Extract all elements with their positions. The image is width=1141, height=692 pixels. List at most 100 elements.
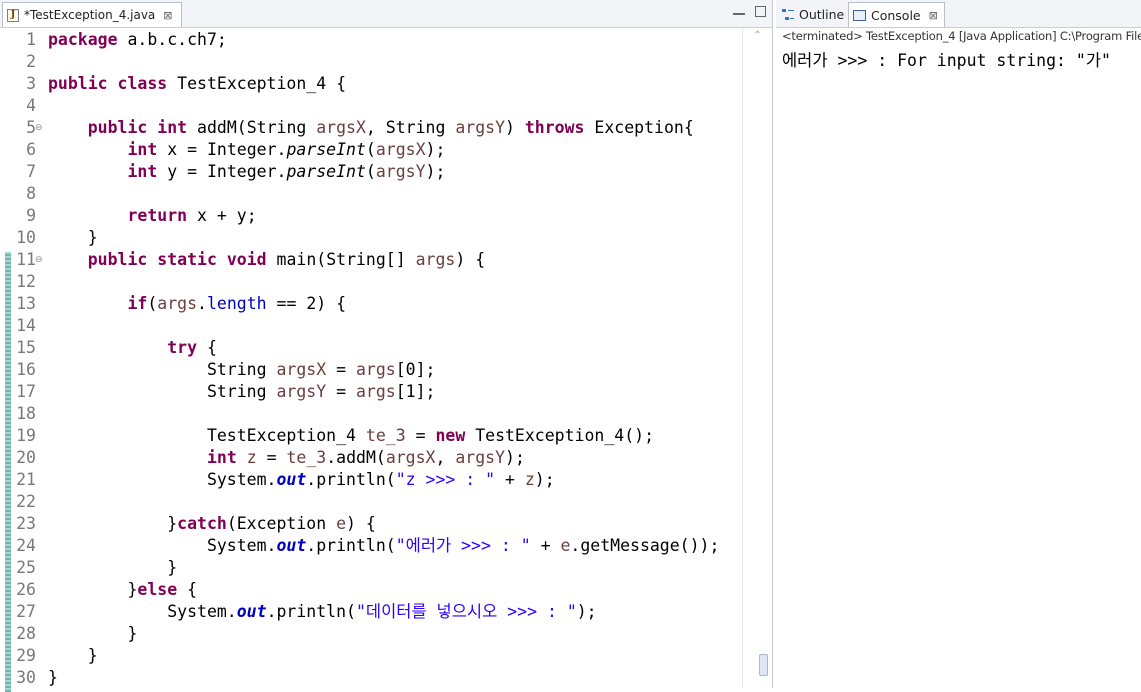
code-token: args [415, 250, 456, 269]
code-text: try { [48, 337, 217, 359]
code-line[interactable]: 16 String argsX = args[0]; [0, 359, 742, 381]
code-line[interactable]: 3 public class TestException_4 { [0, 73, 742, 95]
code-token: [0]; [395, 360, 436, 379]
code-text: System.out.println("에러가 >>> : " + e.getM… [48, 535, 719, 557]
code-token: ) { [455, 250, 486, 269]
code-line[interactable]: 27 System.out.println("데이터를 넣으시오 >>> : "… [0, 601, 742, 623]
code-token: + [495, 470, 525, 489]
code-token: e [560, 536, 571, 555]
code-line[interactable]: 22 [0, 491, 742, 513]
code-text: public int addM(String argsX, String arg… [48, 117, 694, 139]
editor-vertical-scrollbar[interactable]: ⌃ [742, 28, 772, 688]
code-token: } [48, 558, 178, 577]
code-token: Exception{ [584, 118, 694, 137]
code-line[interactable]: 25 } [0, 557, 742, 579]
code-line[interactable]: 19 TestException_4 te_3 = new TestExcept… [0, 425, 742, 447]
line-number: 3 [26, 74, 36, 93]
editor-tabbar: J *TestException_4.java ⊠ [0, 0, 772, 28]
code-token: .addM( [326, 448, 386, 467]
code-line[interactable]: 10 } [0, 227, 742, 249]
line-number: 19 [16, 426, 36, 445]
code-token: y = Integer. [157, 162, 287, 181]
code-line[interactable]: 7 int y = Integer.parseInt(argsY); [0, 161, 742, 183]
code-line[interactable]: 1 package a.b.c.ch7; [0, 29, 742, 51]
code-token: addM(String [187, 118, 317, 137]
line-number: 12 [16, 272, 36, 291]
minimize-icon[interactable] [733, 7, 745, 15]
close-icon[interactable]: ⊠ [163, 10, 172, 21]
line-number: 14 [16, 316, 36, 335]
fold-toggle-icon[interactable]: ⊖ [35, 117, 43, 139]
code-editor[interactable]: 1 package a.b.c.ch7; 2 3 public class TestEx… [0, 28, 742, 692]
code-line[interactable]: 15 try { [0, 337, 742, 359]
code-text: }catch(Exception e) { [48, 513, 376, 535]
code-line[interactable]: 8 [0, 183, 742, 205]
code-line[interactable]: 6 int x = Integer.parseInt(argsX); [0, 139, 742, 161]
code-token: { [197, 338, 217, 357]
code-line[interactable]: 9 return x + y; [0, 205, 742, 227]
line-number: 15 [16, 338, 36, 357]
code-line[interactable]: 12 [0, 271, 742, 293]
code-token: args [355, 382, 396, 401]
line-number: 17 [16, 382, 36, 401]
code-token: "z >>> : " [395, 470, 496, 489]
code-token: return [127, 206, 188, 225]
scrollbar-thumb[interactable] [759, 654, 768, 676]
code-token: ); [576, 602, 597, 621]
line-number: 29 [16, 646, 36, 665]
code-text: public static void main(String[] args) { [48, 249, 485, 271]
tab-testexception-4-java[interactable]: J *TestException_4.java ⊠ [2, 2, 182, 27]
code-line[interactable]: 4 [0, 95, 742, 117]
code-line[interactable]: 28 } [0, 623, 742, 645]
code-token: ); [505, 448, 525, 467]
code-line[interactable]: 13 if(args.length == 2) { [0, 293, 742, 315]
code-token: argsX [375, 140, 426, 159]
code-token: { [177, 580, 198, 599]
code-token: public [87, 118, 148, 137]
console-output-line[interactable]: 에러가 >>> : For input string: "가" [782, 47, 1111, 71]
code-line[interactable]: 30} [0, 667, 742, 689]
close-icon[interactable]: ⊠ [929, 9, 938, 22]
code-line[interactable]: 23 }catch(Exception e) { [0, 513, 742, 535]
fold-toggle-icon[interactable]: ⊖ [35, 249, 43, 271]
code-line[interactable]: 21 System.out.println("z >>> : " + z); [0, 469, 742, 491]
code-token: argsY [375, 162, 426, 181]
code-token: + [530, 536, 561, 555]
code-line[interactable]: 18 [0, 403, 742, 425]
code-token: TestException_4(); [465, 426, 655, 445]
code-token: else [137, 580, 178, 599]
line-number: 20 [16, 448, 36, 467]
code-token: public [48, 74, 108, 93]
tab-console[interactable]: Console ⊠ [848, 2, 945, 27]
code-line[interactable]: 17 String argsY = args[1]; [0, 381, 742, 403]
line-number: 27 [16, 602, 36, 621]
code-line[interactable]: 11 ⊖ public static void main(String[] arg… [0, 249, 742, 271]
code-token: .println( [266, 602, 356, 621]
code-line[interactable]: 24 System.out.println("에러가 >>> : " + e.g… [0, 535, 742, 557]
code-token: . [197, 294, 207, 313]
line-number: 1 [26, 30, 36, 49]
scroll-up-icon[interactable]: ⌃ [743, 30, 772, 41]
code-token: te_3 [365, 426, 406, 445]
code-token: [1]; [395, 382, 436, 401]
code-line[interactable]: 29 } [0, 645, 742, 667]
code-token: parseInt [286, 162, 366, 181]
code-line[interactable]: 26 }else { [0, 579, 742, 601]
code-token: te_3 [286, 448, 327, 467]
code-token: = [326, 382, 356, 401]
tab-outline[interactable]: Outline [778, 2, 850, 27]
tab-label: *TestException_4.java [24, 8, 156, 22]
code-line[interactable]: 14 [0, 315, 742, 337]
code-line[interactable]: 5 ⊖ public int addM(String argsX, String … [0, 117, 742, 139]
maximize-icon[interactable] [755, 6, 766, 17]
code-line[interactable]: 2 [0, 51, 742, 73]
editor-view-controls [733, 5, 766, 17]
code-line[interactable]: 20 int z = te_3.addM(argsX, argsY); [0, 447, 742, 469]
